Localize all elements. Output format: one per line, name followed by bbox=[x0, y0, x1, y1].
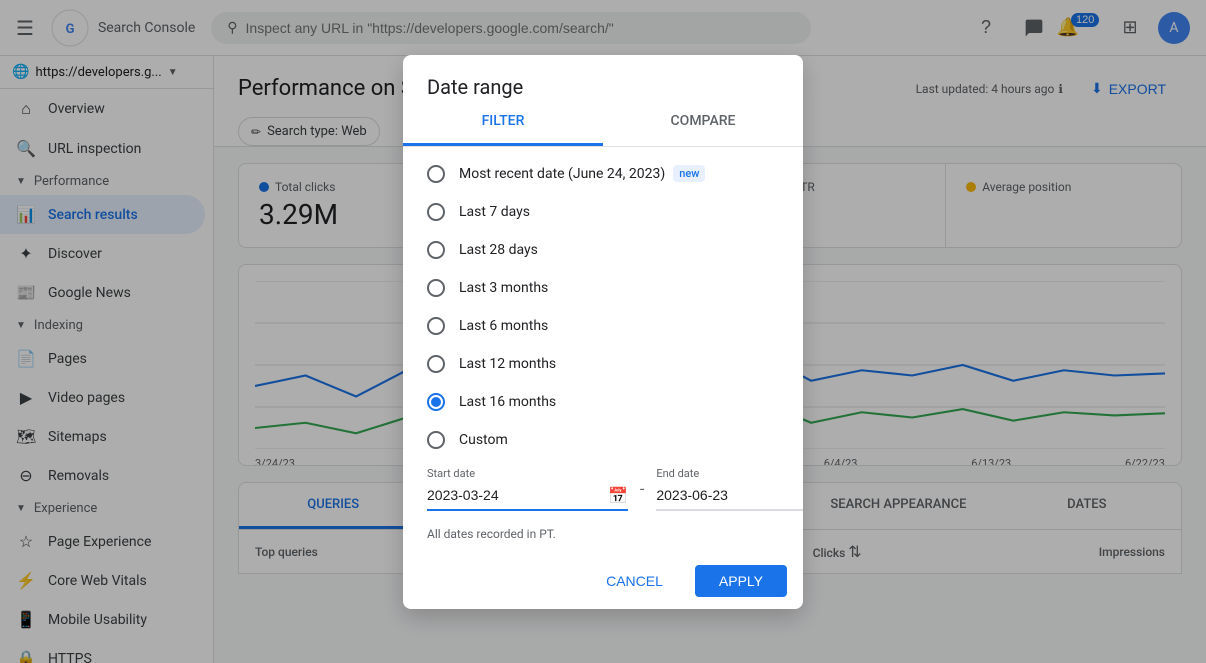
end-date-label: End date bbox=[656, 467, 803, 480]
radio-last-12-months[interactable]: Last 12 months bbox=[403, 345, 803, 383]
radio-most-recent[interactable]: Most recent date (June 24, 2023) new bbox=[403, 155, 803, 193]
end-date-group: End date 📅 bbox=[656, 467, 803, 511]
radio-label-custom: Custom bbox=[459, 432, 508, 448]
radio-circle-custom bbox=[427, 431, 445, 449]
radio-label-last-6m: Last 6 months bbox=[459, 318, 548, 334]
start-calendar-icon[interactable]: 📅 bbox=[608, 486, 628, 505]
modal-title: Date range bbox=[403, 55, 803, 99]
radio-label-last-28: Last 28 days bbox=[459, 242, 538, 258]
radio-last-7-days[interactable]: Last 7 days bbox=[403, 193, 803, 231]
radio-circle-last-12m bbox=[427, 355, 445, 373]
date-range-modal: Date range FILTER COMPARE Most recent da… bbox=[403, 55, 803, 609]
end-date-input-group: 📅 bbox=[656, 482, 803, 511]
radio-label-last-7: Last 7 days bbox=[459, 204, 530, 220]
date-inputs: Start date 📅 - End date 📅 bbox=[403, 459, 803, 523]
date-note: All dates recorded in PT. bbox=[403, 523, 803, 553]
radio-last-16-months[interactable]: Last 16 months bbox=[403, 383, 803, 421]
start-date-group: Start date 📅 bbox=[427, 467, 628, 511]
start-date-input[interactable] bbox=[427, 487, 608, 503]
start-date-input-group: 📅 bbox=[427, 482, 628, 511]
date-separator: - bbox=[636, 479, 648, 498]
modal-actions: CANCEL APPLY bbox=[403, 553, 803, 609]
radio-circle-last-7 bbox=[427, 203, 445, 221]
modal-overlay: Date range FILTER COMPARE Most recent da… bbox=[0, 0, 1206, 663]
radio-circle-last-28 bbox=[427, 241, 445, 259]
new-badge: new bbox=[673, 165, 705, 182]
radio-custom[interactable]: Custom bbox=[403, 421, 803, 459]
radio-label-last-3m: Last 3 months bbox=[459, 280, 548, 296]
radio-label-most-recent: Most recent date (June 24, 2023) new bbox=[459, 165, 705, 182]
radio-label-last-16m: Last 16 months bbox=[459, 394, 556, 410]
end-date-input[interactable] bbox=[656, 487, 803, 503]
radio-last-28-days[interactable]: Last 28 days bbox=[403, 231, 803, 269]
start-date-label: Start date bbox=[427, 467, 628, 480]
radio-label-last-12m: Last 12 months bbox=[459, 356, 556, 372]
radio-last-6-months[interactable]: Last 6 months bbox=[403, 307, 803, 345]
radio-last-3-months[interactable]: Last 3 months bbox=[403, 269, 803, 307]
apply-button[interactable]: APPLY bbox=[695, 565, 787, 597]
cancel-button[interactable]: CANCEL bbox=[582, 565, 687, 597]
radio-circle-most-recent bbox=[427, 165, 445, 183]
radio-circle-last-3m bbox=[427, 279, 445, 297]
modal-tabs: FILTER COMPARE bbox=[403, 99, 803, 147]
modal-tab-filter[interactable]: FILTER bbox=[403, 99, 603, 146]
radio-circle-last-16m bbox=[427, 393, 445, 411]
modal-tab-compare[interactable]: COMPARE bbox=[603, 99, 803, 146]
radio-circle-last-6m bbox=[427, 317, 445, 335]
